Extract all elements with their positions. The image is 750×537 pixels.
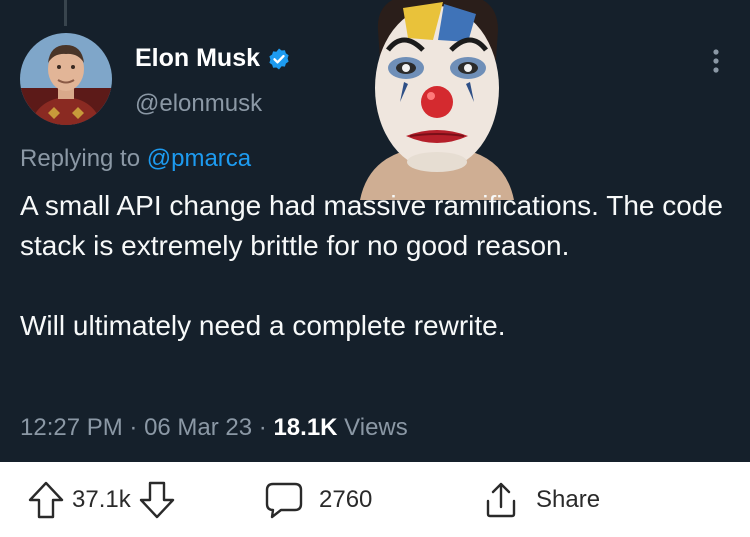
comment-count: 2760 [319,485,373,513]
share-button[interactable]: Share [480,462,600,537]
more-options-icon[interactable] [706,46,726,76]
meta-separator: · [122,414,145,441]
upvote-arrow-icon[interactable] [26,479,66,521]
share-icon [480,479,522,521]
author-name[interactable]: Elon Musk [135,44,260,73]
share-label: Share [536,485,601,513]
tweet-body-text: A small API change had massive ramificat… [20,190,723,341]
mention-link[interactable]: @pmarca [147,145,251,172]
views-label: Views [337,414,408,441]
vote-group: 37.1k [26,462,177,537]
clown-face-overlay-image [348,0,526,200]
meta-separator: · [252,414,274,441]
author-name-row: Elon Musk [135,44,291,73]
tweet-time[interactable]: 12:27 PM [20,414,123,441]
tweet-date[interactable]: 06 Mar 23 [144,414,252,441]
action-bar: 37.1k 2760 Share [0,462,750,537]
comment-bubble-icon [263,480,305,520]
downvote-arrow-icon[interactable] [137,479,177,521]
tweet-meta: 12:27 PM · 06 Mar 23 · 18.1K Views [20,414,408,442]
verified-badge-icon [267,47,291,71]
thread-connector-line [64,0,67,26]
replying-prefix: Replying to [20,145,147,172]
tweet-card: Elon Musk @elonmusk Replying to @pmarca … [0,0,750,462]
views-count[interactable]: 18.1K [273,414,337,441]
replying-to-line: Replying to @pmarca [20,145,251,173]
vote-count: 37.1k [72,485,131,513]
avatar[interactable] [20,33,112,125]
author-handle[interactable]: @elonmusk [135,90,262,118]
comments-button[interactable]: 2760 [263,462,372,537]
